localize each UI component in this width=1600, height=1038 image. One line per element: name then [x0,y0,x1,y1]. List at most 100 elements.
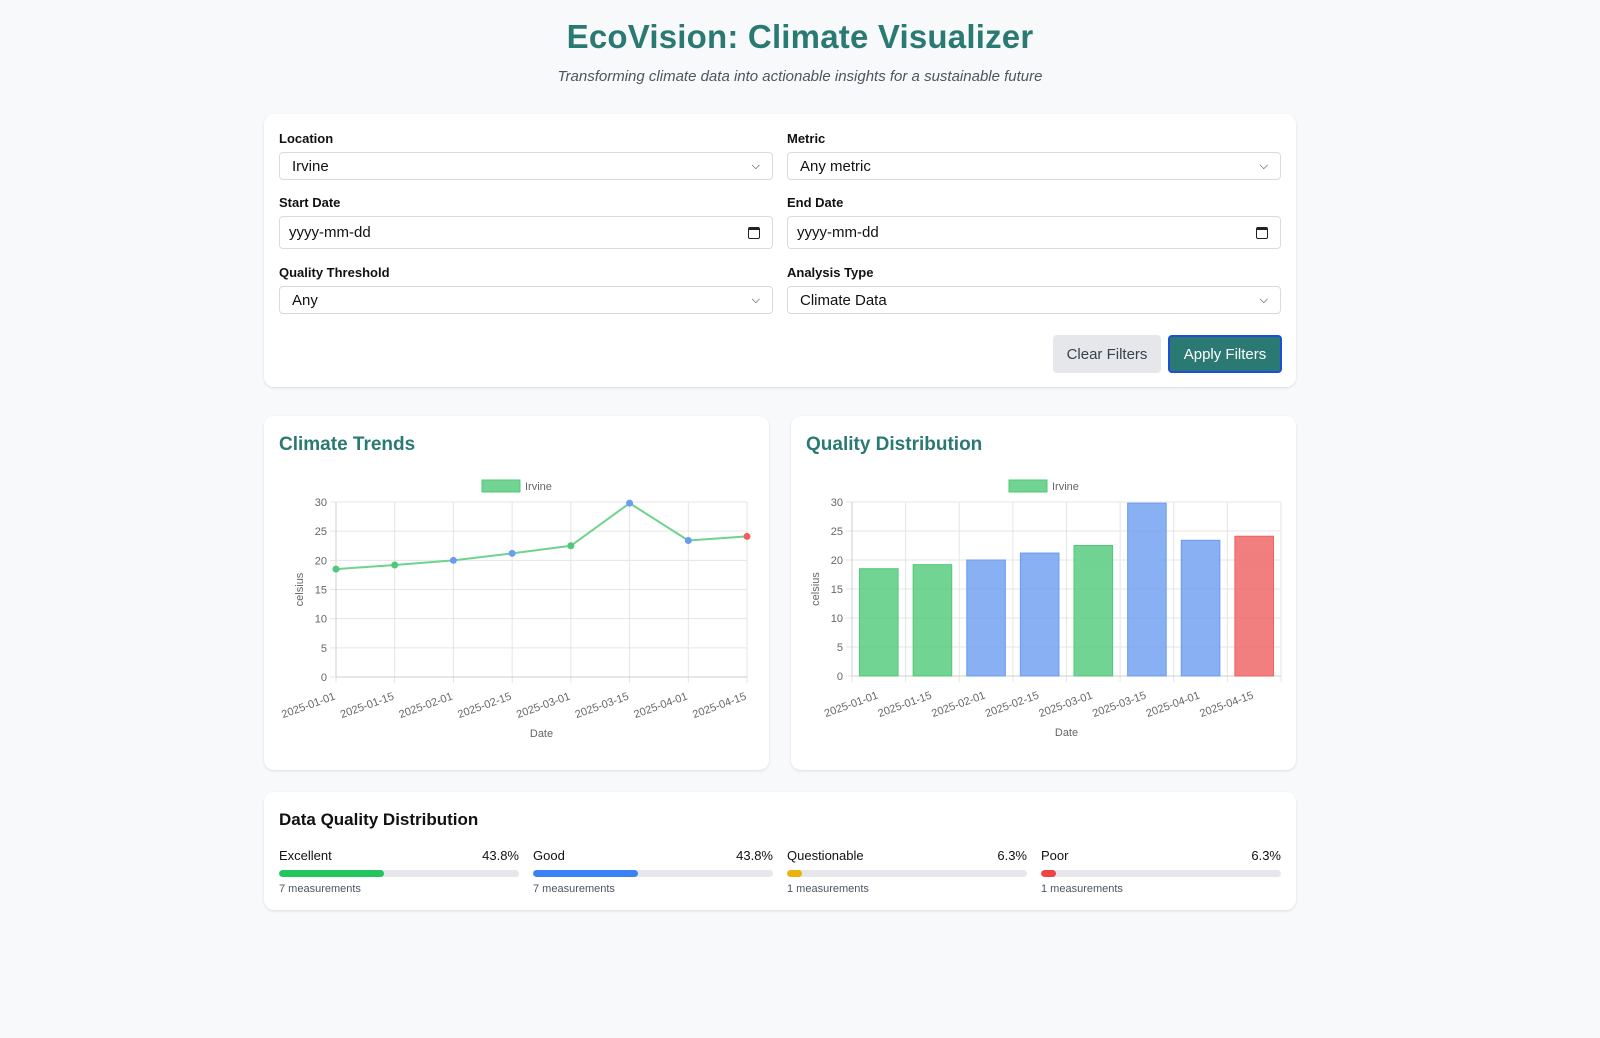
legend-swatch [1008,479,1048,493]
data-quality-title: Data Quality Distribution [279,810,479,829]
y-tick-label: 30 [315,497,327,509]
quality-item-good: Good 43.8% 7 measurements [533,848,773,895]
start-date-field: Start Date yyyy-mm-dd [279,195,773,249]
x-tick-label: 2025-02-01 [930,690,987,721]
start-date-input[interactable]: yyyy-mm-dd [279,216,773,249]
data-point [332,565,340,573]
quality-progress-fill [533,870,639,877]
data-point [743,532,751,540]
quality-item-percent: 43.8% [736,848,773,863]
x-axis-title: Date [1055,727,1078,739]
x-tick-label: 2025-03-01 [515,691,572,722]
chevron-down-icon: ⌵ [1259,293,1268,306]
y-tick-label: 20 [315,555,327,567]
y-tick-label: 5 [837,642,843,654]
quality-item-questionable: Questionable 6.3% 1 measurements [787,848,1027,895]
metric-label: Metric [787,131,826,146]
calendar-icon[interactable] [1256,226,1268,239]
quality-select[interactable]: Any ⌵ [279,286,773,314]
x-tick-label: 2025-01-15 [339,691,396,722]
x-tick-label: 2025-02-15 [456,691,513,722]
x-tick-label: 2025-04-01 [632,691,689,722]
quality-distribution-chart: 0510152025302025-01-012025-01-152025-02-… [810,479,1282,739]
x-tick-label: 2025-01-15 [876,690,933,721]
y-axis-title: celsius [810,572,822,606]
y-axis-title: celsius [294,572,306,606]
x-axis-title: Date [530,728,553,740]
quality-progress-fill [1041,870,1057,877]
x-tick-label: 2025-03-15 [574,691,631,722]
quality-item-percent: 6.3% [997,848,1027,863]
x-tick-label: 2025-04-01 [1145,690,1202,721]
quality-progress-fill [787,870,803,877]
quality-item-label: Excellent [279,848,332,863]
bar [1234,535,1274,677]
quality-label: Quality Threshold [279,265,390,280]
start-date-label: Start Date [279,195,341,210]
bar [966,559,1006,677]
x-tick-label: 2025-02-01 [397,691,454,722]
quality-item-count: 1 measurements [787,883,869,895]
bar [1019,552,1060,677]
quality-item-count: 7 measurements [279,883,361,895]
analysis-label: Analysis Type [787,265,874,280]
y-tick-label: 25 [831,526,843,538]
quality-item-label: Questionable [787,848,864,863]
y-tick-label: 15 [831,584,843,596]
x-tick-label: 2025-02-15 [984,690,1041,721]
quality-item-count: 7 measurements [533,883,615,895]
x-tick-label: 2025-04-15 [691,691,748,722]
location-select[interactable]: Irvine ⌵ [279,152,773,180]
quality-item-count: 1 measurements [1041,883,1123,895]
quality-progress-fill [279,870,385,877]
data-quality-panel: Data Quality Distribution Excellent 43.8… [264,792,1296,910]
bar [1127,502,1167,677]
end-date-placeholder: yyyy-mm-dd [797,224,879,241]
page-header: EcoVision: Climate Visualizer Transformi… [0,0,1600,85]
y-tick-label: 15 [315,585,327,597]
metric-select[interactable]: Any metric ⌵ [787,152,1281,180]
y-tick-label: 10 [315,614,327,626]
chevron-down-icon: ⌵ [751,159,760,172]
quality-item-poor: Poor 6.3% 1 measurements [1041,848,1281,895]
x-tick-label: 2025-03-01 [1037,690,1094,721]
filters-panel: Location Irvine ⌵ Metric Any metric ⌵ St… [264,114,1296,387]
quality-progress-track [787,870,1027,877]
end-date-input[interactable]: yyyy-mm-dd [787,216,1281,249]
climate-trends-card: Climate Trends 0 5 10 15 20 25 30 2025-01-01 202… [264,416,769,770]
location-value: Irvine [292,157,329,175]
analysis-field: Analysis Type Climate Data ⌵ [787,265,1281,314]
analysis-value: Climate Data [800,291,887,309]
data-point [684,537,692,544]
apply-filters-button[interactable]: Apply Filters [1168,335,1282,373]
y-tick-label: 20 [831,555,843,567]
legend-label: Irvine [525,481,552,493]
quality-field: Quality Threshold Any ⌵ [279,265,773,314]
analysis-select[interactable]: Climate Data ⌵ [787,286,1281,314]
legend-label: Irvine [1052,481,1079,493]
climate-trends-chart: 0510152025302025-01-01 2025-01-15 2025-02-… [280,479,751,740]
calendar-icon[interactable] [748,226,760,239]
quality-item-excellent: Excellent 43.8% 7 measurements [279,848,519,895]
page-subtitle: Transforming climate data into actionabl… [557,68,1043,85]
quality-progress-track [1041,870,1281,877]
start-date-placeholder: yyyy-mm-dd [289,224,371,241]
x-tick-label: 2025-01-01 [823,690,880,721]
bar [1180,539,1221,677]
y-tick-label: 25 [315,526,327,538]
chevron-down-icon: ⌵ [1259,159,1268,172]
data-point [626,499,634,507]
clear-filters-button[interactable]: Clear Filters [1053,335,1161,373]
quality-progress-track [279,870,519,877]
y-tick-label: 0 [321,672,327,684]
location-field: Location Irvine ⌵ [279,131,773,180]
y-tick-label: 5 [321,643,327,655]
quality-progress-track [533,870,773,877]
data-point [449,556,457,564]
metric-value: Any metric [800,157,871,175]
chevron-down-icon: ⌵ [751,293,760,306]
quality-item-label: Good [533,848,565,863]
bar [859,568,899,677]
bar [912,564,953,677]
series-line [335,501,748,571]
